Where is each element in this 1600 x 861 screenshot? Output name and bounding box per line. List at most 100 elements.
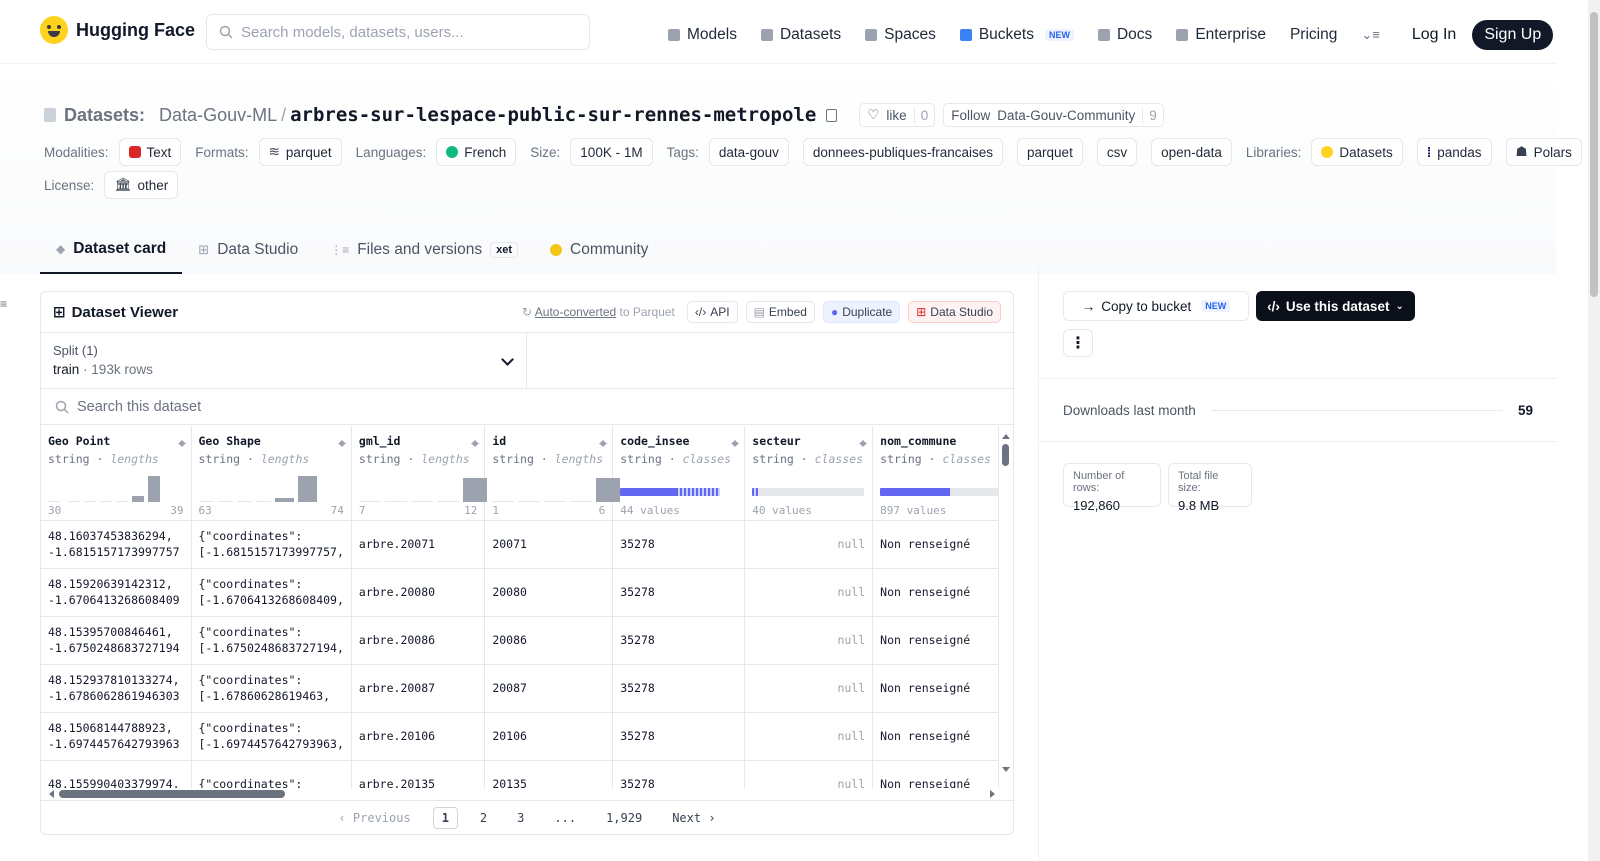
- cell-geo-shape[interactable]: {"coordinates": [-1.6706413268608409,: [191, 568, 352, 617]
- column-header[interactable]: id string · lengths 16: [484, 426, 621, 521]
- cell-id[interactable]: 20080: [484, 568, 614, 617]
- modality-chip[interactable]: Text: [118, 138, 182, 166]
- sort-icon[interactable]: [177, 436, 186, 448]
- sort-icon[interactable]: [337, 436, 346, 448]
- sort-icon[interactable]: [598, 436, 608, 448]
- cell-gml-id[interactable]: arbre.20135: [351, 760, 486, 788]
- nav-datasets[interactable]: Datasets: [760, 26, 841, 44]
- scroll-thumb[interactable]: [1590, 12, 1598, 297]
- table-row[interactable]: 48.15920639142312, -1.6706413268608409 {"…: [41, 568, 999, 617]
- cell-nom-commune[interactable]: Non renseigné: [872, 664, 999, 713]
- cell-geo-point[interactable]: 48.15395700846461, -1.6750248683727194: [41, 616, 192, 665]
- table-row[interactable]: 48.152937810133274, -1.6786062861946303{…: [41, 664, 999, 713]
- nav-pricing[interactable]: Pricing: [1290, 26, 1337, 44]
- copy-to-bucket-button[interactable]: → Copy to bucket NEW: [1063, 291, 1249, 321]
- tag-chip[interactable]: donnees-publiques-francaises: [802, 138, 1004, 166]
- language-chip[interactable]: French: [436, 138, 517, 166]
- embed-button[interactable]: ▤ Embed: [745, 301, 815, 323]
- cell-code-insee[interactable]: 35278: [612, 760, 746, 788]
- column-header[interactable]: secteur string · classes 40 values: [744, 426, 874, 521]
- cell-nom-commune[interactable]: Non renseigné: [872, 520, 999, 569]
- cell-nom-commune[interactable]: Non renseigné: [872, 760, 999, 788]
- tag-chip[interactable]: parquet: [1017, 138, 1083, 166]
- cell-secteur[interactable]: null: [744, 568, 874, 617]
- more-options-button[interactable]: ⋮: [1063, 329, 1093, 357]
- sidebar-toggle-icon[interactable]: ≡: [0, 297, 7, 311]
- org-link[interactable]: Data-Gouv-ML: [159, 105, 277, 126]
- brand-logo[interactable]: Hugging Face: [40, 16, 195, 44]
- previous-page-button[interactable]: ‹ Previous: [330, 808, 418, 828]
- cell-id[interactable]: 20086: [484, 616, 614, 665]
- use-this-dataset-button[interactable]: ‹/› Use this dataset ⌄: [1256, 291, 1415, 321]
- duplicate-button[interactable]: ● Duplicate: [822, 301, 901, 323]
- table-vertical-scrollbar[interactable]: [999, 426, 1013, 776]
- datasets-prefix[interactable]: Datasets:: [64, 105, 145, 126]
- cell-geo-shape[interactable]: {"coordinates": [-1.6750248683727194,: [191, 616, 352, 665]
- cell-secteur[interactable]: null: [744, 616, 874, 665]
- cell-geo-shape[interactable]: {"coordinates": [-1.6815157173997757,: [191, 520, 352, 569]
- tag-chip[interactable]: open-data: [1151, 138, 1232, 166]
- sort-icon[interactable]: [730, 436, 740, 448]
- column-header[interactable]: nom_commune string · classes 897 values: [872, 426, 999, 521]
- split-select[interactable]: Split (1) train · 193k rows: [41, 333, 527, 388]
- scroll-right-icon[interactable]: [990, 790, 999, 798]
- scroll-left-icon[interactable]: [45, 790, 54, 798]
- column-header[interactable]: code_insee string · classes 44 values: [612, 426, 746, 521]
- table-row[interactable]: 48.15068144788923, -1.6974457642793963 {"…: [41, 712, 999, 761]
- cell-id[interactable]: 20071: [484, 520, 614, 569]
- column-header[interactable]: Geo Shape string · lengths 63 74: [191, 426, 352, 521]
- column-header[interactable]: Geo Point string · lengths 30 39: [41, 426, 192, 521]
- cell-secteur[interactable]: null: [744, 520, 874, 569]
- tab-community[interactable]: Community: [534, 226, 664, 274]
- table-row[interactable]: 48.16037453836294, -1.6815157173997757 {"…: [41, 520, 999, 569]
- page-button[interactable]: 2: [472, 808, 495, 828]
- page-button[interactable]: 1: [432, 806, 458, 829]
- cell-gml-id[interactable]: arbre.20106: [351, 712, 486, 761]
- signup-button[interactable]: Sign Up: [1472, 20, 1554, 50]
- dataset-search-input[interactable]: [77, 398, 477, 415]
- scroll-up-icon[interactable]: [1002, 430, 1010, 439]
- like-button[interactable]: ♡ like 0: [859, 103, 936, 127]
- api-button[interactable]: ‹/› API: [686, 301, 738, 323]
- cell-gml-id[interactable]: arbre.20071: [351, 520, 486, 569]
- scroll-down-icon[interactable]: [1002, 767, 1010, 776]
- cell-secteur[interactable]: null: [744, 760, 874, 788]
- column-header[interactable]: gml_id string · lengths 7 12: [351, 426, 487, 521]
- sort-icon[interactable]: [470, 436, 480, 448]
- follow-button[interactable]: Follow Data-Gouv-Community 9: [943, 103, 1164, 127]
- cell-id[interactable]: 20087: [484, 664, 614, 713]
- license-chip[interactable]: 🏛︎ other: [104, 171, 179, 199]
- cell-code-insee[interactable]: 35278: [612, 568, 746, 617]
- page-scrollbar[interactable]: [1588, 0, 1600, 861]
- dataset-name[interactable]: arbres-sur-lespace-public-sur-rennes-met…: [290, 104, 816, 126]
- nav-enterprise[interactable]: Enterprise: [1176, 26, 1266, 44]
- cell-geo-point[interactable]: 48.15068144788923, -1.6974457642793963: [41, 712, 192, 761]
- cell-geo-point[interactable]: 48.15920639142312, -1.6706413268608409: [41, 568, 192, 617]
- tab-dataset-card[interactable]: ◆ Dataset card: [40, 226, 183, 274]
- library-chip[interactable]: Datasets: [1311, 138, 1403, 166]
- cell-nom-commune[interactable]: Non renseigné: [872, 712, 999, 761]
- auto-converted-link[interactable]: Auto-converted: [535, 305, 616, 319]
- tab-files-and-versions[interactable]: ⋮≡ Files and versions xet: [314, 226, 534, 274]
- dataset-search[interactable]: [41, 389, 1013, 425]
- page-button[interactable]: 1,929: [598, 808, 650, 828]
- cell-code-insee[interactable]: 35278: [612, 664, 746, 713]
- table-horizontal-scrollbar[interactable]: [41, 788, 999, 800]
- cell-geo-shape[interactable]: {"coordinates":: [191, 760, 352, 788]
- cell-nom-commune[interactable]: Non renseigné: [872, 616, 999, 665]
- scroll-thumb[interactable]: [1002, 444, 1009, 466]
- page-button[interactable]: 3: [509, 808, 532, 828]
- cell-gml-id[interactable]: arbre.20080: [351, 568, 486, 617]
- tag-chip[interactable]: csv: [1096, 138, 1138, 166]
- size-chip[interactable]: 100K - 1M: [570, 138, 653, 166]
- format-chip[interactable]: ≋ parquet: [258, 138, 342, 166]
- cell-id[interactable]: 20135: [484, 760, 614, 788]
- table-row[interactable]: 48.15395700846461, -1.6750248683727194 {"…: [41, 616, 999, 665]
- tag-chip[interactable]: data-gouv: [708, 138, 789, 166]
- nav-docs[interactable]: Docs: [1097, 26, 1152, 44]
- cell-geo-shape[interactable]: {"coordinates": [-1.6974457642793963,: [191, 712, 352, 761]
- cell-geo-point[interactable]: 48.16037453836294, -1.6815157173997757: [41, 520, 192, 569]
- cell-secteur[interactable]: null: [744, 664, 874, 713]
- global-search-input[interactable]: [241, 23, 561, 41]
- cell-id[interactable]: 20106: [484, 712, 614, 761]
